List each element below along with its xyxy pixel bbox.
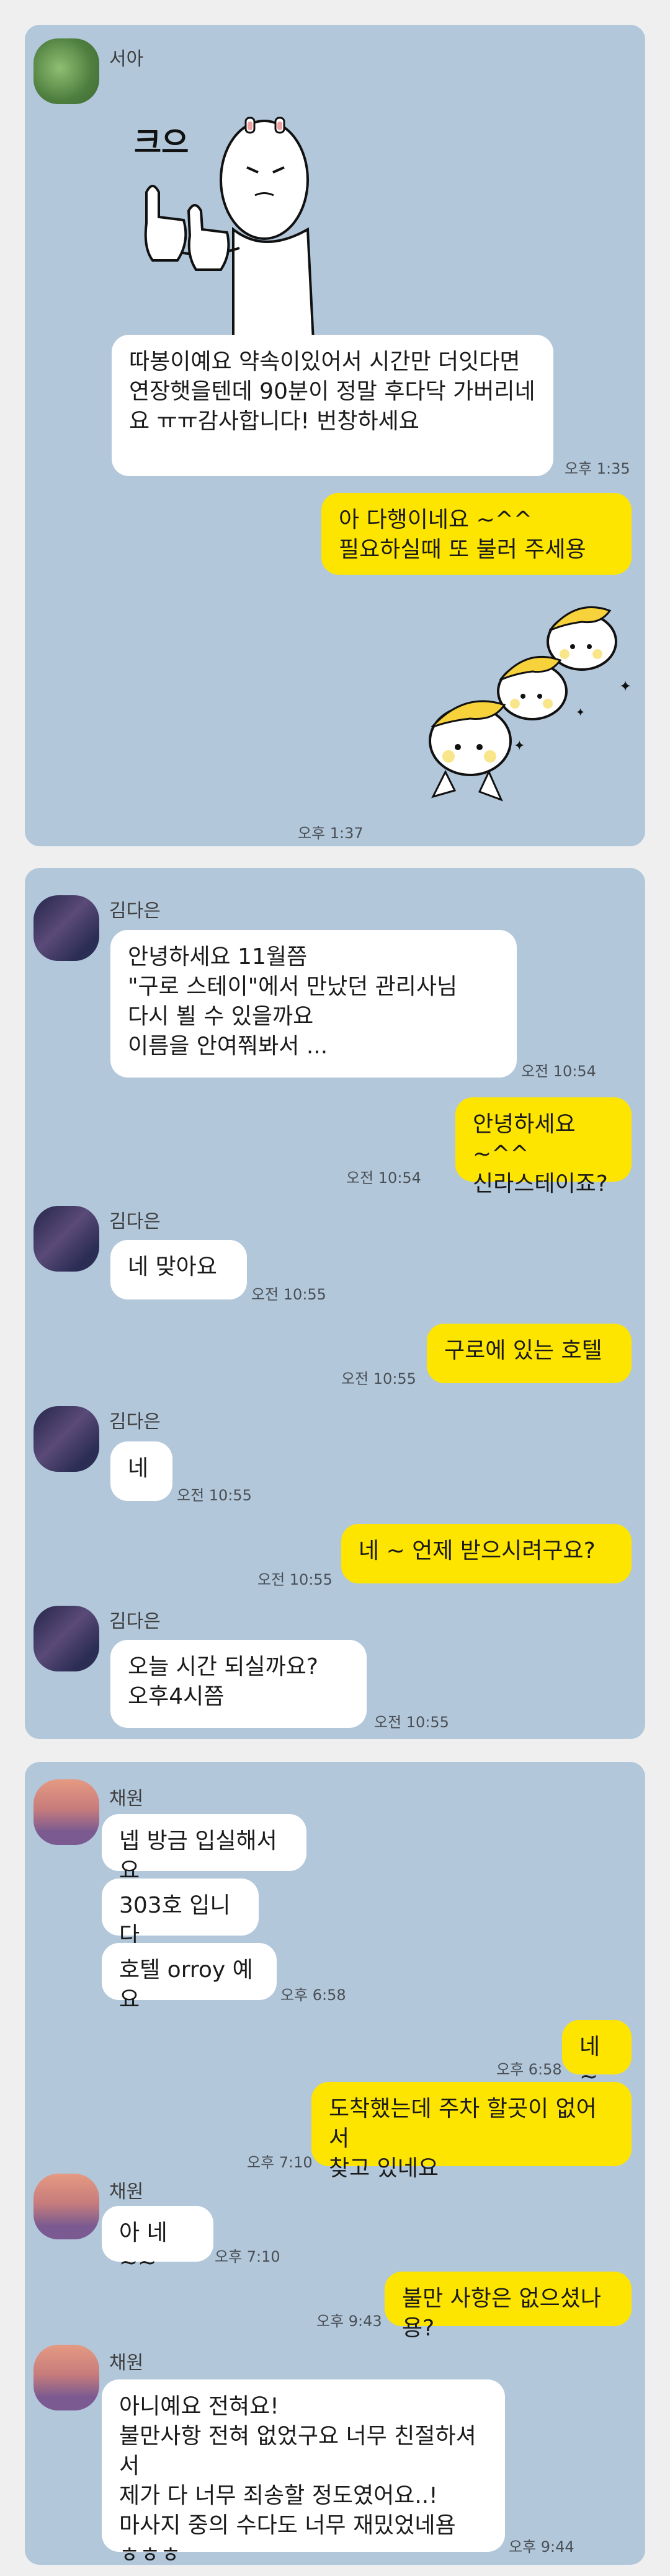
timestamp: 오전 10:55 <box>177 1487 252 1504</box>
chat-panel-1: 서아 크으 따봉이예요 약속이있어서 시간만 더잇다면 연장햇을텐데 90분이 … <box>25 25 645 846</box>
sender-name: 채원 <box>109 2352 144 2374</box>
message-bubble[interactable]: 안녕하세요 ~^^ 신라스테이죠? <box>455 1097 632 1197</box>
sender-name: 채원 <box>109 2181 144 2203</box>
timestamp: 오전 10:55 <box>374 1714 449 1731</box>
avatar[interactable] <box>34 2174 99 2239</box>
message-bubble[interactable]: 넵 방금 입실해서요 <box>102 1814 306 1883</box>
timestamp: 오후 7:10 <box>247 2154 313 2171</box>
chat-panel-3: 채원 넵 방금 입실해서요 303호 입니다 호텔 orroy 예요 오후 6:… <box>25 1762 645 2565</box>
svg-text:✦: ✦ <box>619 678 632 695</box>
timestamp: 오전 10:54 <box>346 1169 421 1187</box>
bear-thumbs-up-icon <box>144 117 316 353</box>
timestamp: 오전 10:54 <box>521 1063 596 1080</box>
timestamp: 오후 6:58 <box>280 1986 346 2004</box>
message-bubble[interactable]: 아 다행이네요 ~^^ 필요하실때 또 불러 주세용 <box>321 493 632 575</box>
timestamp: 오후 9:44 <box>509 2538 574 2556</box>
message-bubble[interactable]: 구로에 있는 호텔 <box>427 1324 632 1383</box>
message-bubble[interactable]: 따봉이예요 약속이있어서 시간만 더잇다면 연장햇을텐데 90분이 정말 후다닥… <box>112 335 553 476</box>
sender-name: 김다은 <box>109 900 161 922</box>
sender-name: 김다은 <box>109 1211 161 1233</box>
avatar[interactable] <box>34 1206 99 1272</box>
timestamp: 오전 10:55 <box>257 1571 333 1588</box>
message-bubble[interactable]: 네 ~ <box>562 2020 632 2089</box>
sender-name: 김다은 <box>109 1411 161 1433</box>
message-bubble[interactable]: 불만 사항은 없으셨나용? <box>385 2272 632 2341</box>
message-bubble[interactable]: 아 네~~ <box>102 2206 213 2275</box>
message-bubble[interactable]: 아니예요 전혀요! 불만사항 전혀 없었구요 너무 친절하셔서 제가 다 너무 … <box>102 2379 505 2565</box>
sender-name: 채원 <box>109 1788 144 1810</box>
message-bubble[interactable]: 303호 입니다 <box>102 1879 259 1948</box>
timestamp: 오후 1:35 <box>565 460 630 477</box>
thumbs-up-sticker[interactable]: 크으 <box>109 93 382 353</box>
timestamp: 오후 7:10 <box>215 2248 280 2265</box>
timestamp: 오후 1:37 <box>298 825 364 842</box>
message-bubble[interactable]: 안녕하세요 11월쯤 "구로 스테이"에서 만났던 관리사님 다시 뵐 수 있을… <box>110 930 517 1078</box>
sender-name: 서아 <box>109 48 144 70</box>
message-bubble[interactable]: 네 <box>110 1441 172 1501</box>
avatar[interactable] <box>34 1779 99 1845</box>
sender-name: 김다은 <box>109 1611 161 1632</box>
message-bubble[interactable]: 네 ~ 언제 받으시려구요? <box>341 1524 632 1583</box>
avatar[interactable] <box>34 2345 99 2410</box>
avatar[interactable] <box>34 38 99 104</box>
banana-characters-sticker[interactable]: ✦ ✦ ✦ <box>396 592 644 815</box>
chat-panel-2: 김다은 안녕하세요 11월쯤 "구로 스테이"에서 만났던 관리사님 다시 뵐 … <box>25 868 645 1739</box>
message-bubble[interactable]: 오늘 시간 되실까요? 오후4시쯤 <box>110 1640 367 1728</box>
svg-text:✦: ✦ <box>514 738 525 754</box>
timestamp: 오전 10:55 <box>341 1370 416 1388</box>
svg-text:✦: ✦ <box>576 706 585 719</box>
message-bubble[interactable]: 도착했는데 주차 할곳이 없어서 찾고 있네요 <box>311 2082 632 2181</box>
message-bubble[interactable]: 호텔 orroy 예요 <box>102 1943 277 2012</box>
avatar[interactable] <box>34 895 99 961</box>
message-bubble[interactable]: 네 맞아요 <box>110 1240 247 1299</box>
timestamp: 오전 10:55 <box>251 1286 326 1303</box>
avatar[interactable] <box>34 1606 99 1671</box>
timestamp: 오후 9:43 <box>316 2313 382 2330</box>
timestamp: 오후 6:58 <box>496 2061 562 2078</box>
avatar[interactable] <box>34 1406 99 1472</box>
